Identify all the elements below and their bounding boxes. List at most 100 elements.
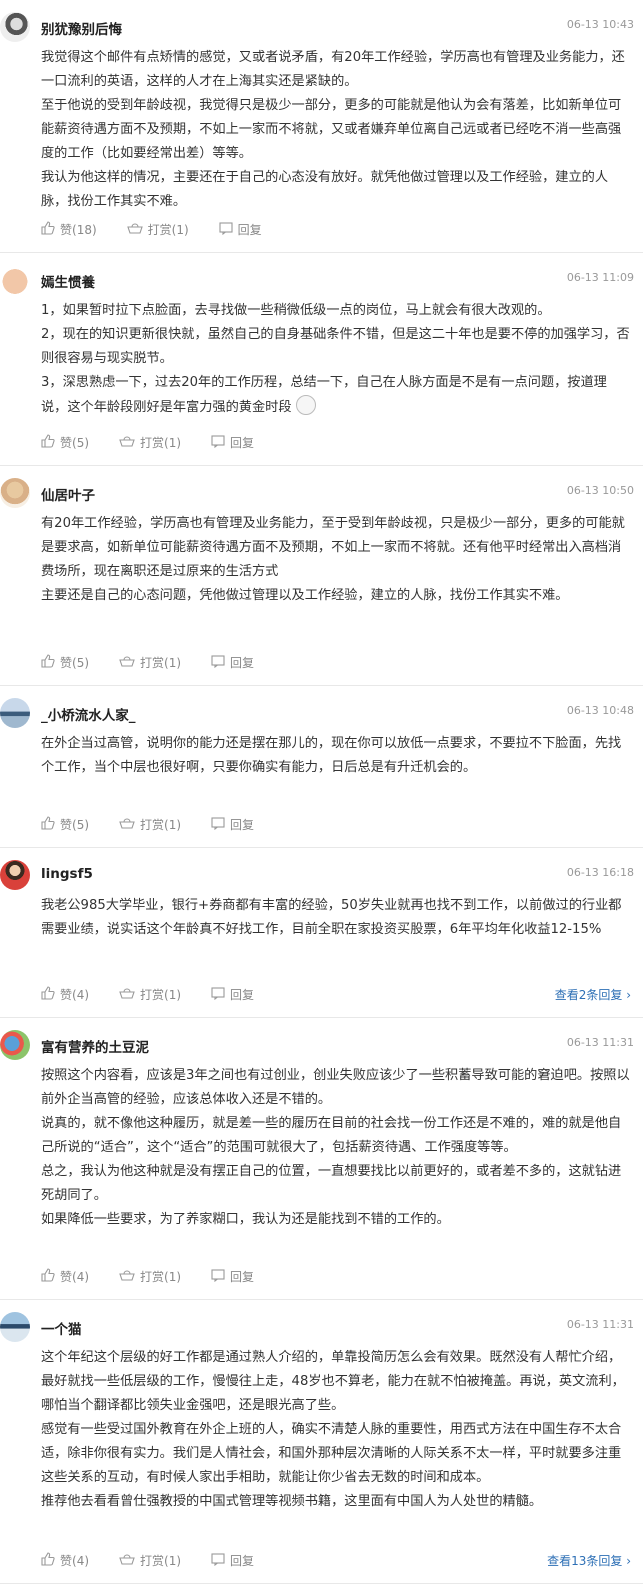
- comment-item: 富有营养的土豆泥 06-13 11:31 按照这个内容看，应该是3年之间也有过创…: [0, 1018, 643, 1300]
- view-replies-link[interactable]: 查看2条回复 ›: [555, 986, 631, 1003]
- like-button[interactable]: 赞 (5): [41, 434, 89, 451]
- comment-paragraph: 有20年工作经验，学历高也有管理及业务能力，至于受到年龄歧视，只是极少一部分，更…: [41, 516, 625, 579]
- comment-paragraph: 主要还是自己的心态问题，凭他做过管理以及工作经验，建立的人脉，找份工作其实不难。: [41, 588, 569, 603]
- like-count: (4): [72, 987, 90, 1002]
- comment-body: 有20年工作经验，学历高也有管理及业务能力，至于受到年龄歧视，只是极少一部分，更…: [41, 512, 631, 608]
- reply-button[interactable]: 回复: [211, 654, 254, 671]
- reward-count: (1): [171, 222, 189, 237]
- comment-paragraph: 我认为他这样的情况，主要还在于自己的心态没有放好。就凭他做过管理以及工作经验，建…: [41, 170, 609, 209]
- comment-body: 1，如果暂时拉下点脸面，去寻找做一些稍微低级一点的岗位，马上就会有很大改观的。 2…: [41, 299, 631, 420]
- reward-icon: [126, 221, 148, 238]
- reply-button[interactable]: 回复: [211, 1552, 254, 1569]
- like-count: (5): [72, 435, 90, 450]
- comment-time: 06-13 11:31: [566, 1036, 634, 1049]
- like-count: (4): [72, 1553, 90, 1568]
- reward-count: (1): [164, 1553, 182, 1568]
- user-avatar[interactable]: [0, 265, 30, 295]
- comment-paragraph: 感觉有一些受过国外教育在外企上班的人，确实不清楚人脉的重要性，用西式方法在中国生…: [41, 1422, 622, 1485]
- user-avatar[interactable]: [0, 1030, 30, 1060]
- comment-time: 06-13 10:48: [566, 704, 634, 717]
- reply-label: 回复: [230, 436, 255, 450]
- reward-icon: [119, 1552, 140, 1569]
- user-avatar[interactable]: [0, 860, 30, 890]
- user-name[interactable]: 一个猫: [41, 1318, 82, 1338]
- user-name[interactable]: 嫣生惯養: [41, 271, 95, 291]
- comment-paragraph: 我老公985大学毕业，银行+券商都有丰富的经验，50岁失业就再也找不到工作，以前…: [41, 898, 622, 937]
- user-name[interactable]: _小桥流水人家_: [41, 704, 136, 724]
- reward-button[interactable]: 打赏 (1): [119, 434, 181, 451]
- like-label: 赞: [60, 988, 73, 1002]
- reply-label: 回复: [237, 223, 262, 237]
- user-avatar[interactable]: [0, 478, 30, 508]
- reward-button[interactable]: 打赏 (1): [119, 654, 181, 671]
- user-name[interactable]: 富有营养的土豆泥: [41, 1036, 149, 1056]
- reply-button[interactable]: 回复: [211, 986, 254, 1003]
- comment-item: 别犹豫别后悔 06-13 10:43 我觉得这个邮件有点矫情的感觉，又或者说矛盾…: [0, 0, 643, 253]
- reward-count: (1): [164, 435, 182, 450]
- comment-time: 06-13 10:43: [566, 18, 634, 31]
- like-button[interactable]: 赞 (5): [41, 654, 89, 671]
- reply-label: 回复: [230, 656, 255, 670]
- reply-label: 回复: [230, 988, 255, 1002]
- comment-icon: [211, 816, 230, 833]
- user-avatar[interactable]: [0, 12, 30, 42]
- comment-paragraph: 如果降低一些要求，为了养家糊口，我认为还是能找到不错的工作的。: [41, 1212, 450, 1227]
- comment-paragraph: 这个年纪这个层级的好工作都是通过熟人介绍的，单靠投简历怎么会有效果。既然没有人帮…: [41, 1350, 625, 1413]
- reply-label: 回复: [230, 1554, 255, 1568]
- user-avatar[interactable]: [0, 1312, 30, 1342]
- reward-label: 打赏: [140, 1554, 165, 1568]
- comment-icon: [211, 1552, 230, 1569]
- like-label: 赞: [60, 1554, 73, 1568]
- comment-icon: [211, 434, 230, 451]
- comment-actions: 赞 (5) 打赏 (1) 回复: [41, 654, 284, 671]
- like-count: (5): [72, 817, 90, 832]
- user-name[interactable]: 仙居叶子: [41, 484, 95, 504]
- comment-icon: [211, 1268, 230, 1285]
- reward-label: 打赏: [147, 223, 172, 237]
- like-button[interactable]: 赞 (4): [41, 1552, 89, 1569]
- comment-paragraph: 3，深思熟虑一下，过去20年的工作历程，总结一下，自己在人脉方面是不是有一点问题…: [41, 375, 607, 415]
- comment-body: 这个年纪这个层级的好工作都是通过熟人介绍的，单靠投简历怎么会有效果。既然没有人帮…: [41, 1346, 631, 1514]
- comment-icon: [219, 221, 238, 238]
- comment-paragraph: 1，如果暂时拉下点脸面，去寻找做一些稍微低级一点的岗位，马上就会有很大改观的。: [41, 303, 551, 318]
- comment-actions: 赞 (4) 打赏 (1) 回复: [41, 1552, 284, 1569]
- comment-paragraph: 总之，我认为他这种就是没有摆正自己的位置，一直想要找比以前更好的，或者差不多的，…: [41, 1164, 622, 1203]
- like-button[interactable]: 赞 (4): [41, 986, 89, 1003]
- reply-button[interactable]: 回复: [211, 1268, 254, 1285]
- reward-button[interactable]: 打赏 (1): [126, 221, 189, 238]
- user-avatar[interactable]: [0, 698, 30, 728]
- comment-icon: [211, 986, 230, 1003]
- user-name[interactable]: 别犹豫别后悔: [41, 18, 122, 38]
- reward-icon: [119, 816, 140, 833]
- comment-list: 别犹豫别后悔 06-13 10:43 我觉得这个邮件有点矫情的感觉，又或者说矛盾…: [0, 0, 643, 1584]
- comment-paragraph: 说真的，就不像他这种履历，就是差一些的履历在目前的社会找一份工作还是不难的，难的…: [41, 1116, 622, 1155]
- user-name[interactable]: lingsf5: [41, 866, 93, 882]
- reward-button[interactable]: 打赏 (1): [119, 816, 181, 833]
- reply-label: 回复: [230, 1270, 255, 1284]
- comment-body: 按照这个内容看，应该是3年之间也有过创业，创业失败应该少了一些积蓄导致可能的窘迫…: [41, 1064, 631, 1232]
- reward-icon: [119, 1268, 140, 1285]
- reward-button[interactable]: 打赏 (1): [119, 1552, 181, 1569]
- comment-paragraph: 在外企当过高管，说明你的能力还是摆在那儿的，现在你可以放低一点要求，不要拉不下脸…: [41, 736, 622, 775]
- like-count: (18): [72, 222, 97, 237]
- thumbs-up-icon: [41, 816, 60, 833]
- reward-button[interactable]: 打赏 (1): [119, 1268, 181, 1285]
- reward-button[interactable]: 打赏 (1): [119, 986, 181, 1003]
- reply-button[interactable]: 回复: [219, 221, 262, 238]
- reward-label: 打赏: [140, 988, 165, 1002]
- comment-item: lingsf5 06-13 16:18 我老公985大学毕业，银行+券商都有丰富…: [0, 848, 643, 1018]
- like-label: 赞: [60, 1270, 73, 1284]
- like-button[interactable]: 赞 (5): [41, 816, 89, 833]
- like-count: (5): [72, 655, 90, 670]
- view-replies-link[interactable]: 查看13条回复 ›: [547, 1552, 631, 1569]
- reply-button[interactable]: 回复: [211, 816, 254, 833]
- reply-button[interactable]: 回复: [211, 434, 254, 451]
- like-button[interactable]: 赞 (4): [41, 1268, 89, 1285]
- comment-actions: 赞 (5) 打赏 (1) 回复: [41, 816, 284, 833]
- reward-icon: [119, 654, 140, 671]
- reward-count: (1): [164, 987, 182, 1002]
- comment-paragraph: 推荐他去看看曾仕强教授的中国式管理等视频书籍，这里面有中国人为人处世的精髓。: [41, 1494, 543, 1509]
- comment-item: _小桥流水人家_ 06-13 10:48 在外企当过高管，说明你的能力还是摆在那…: [0, 686, 643, 848]
- like-button[interactable]: 赞 (18): [41, 221, 97, 238]
- reward-label: 打赏: [140, 656, 165, 670]
